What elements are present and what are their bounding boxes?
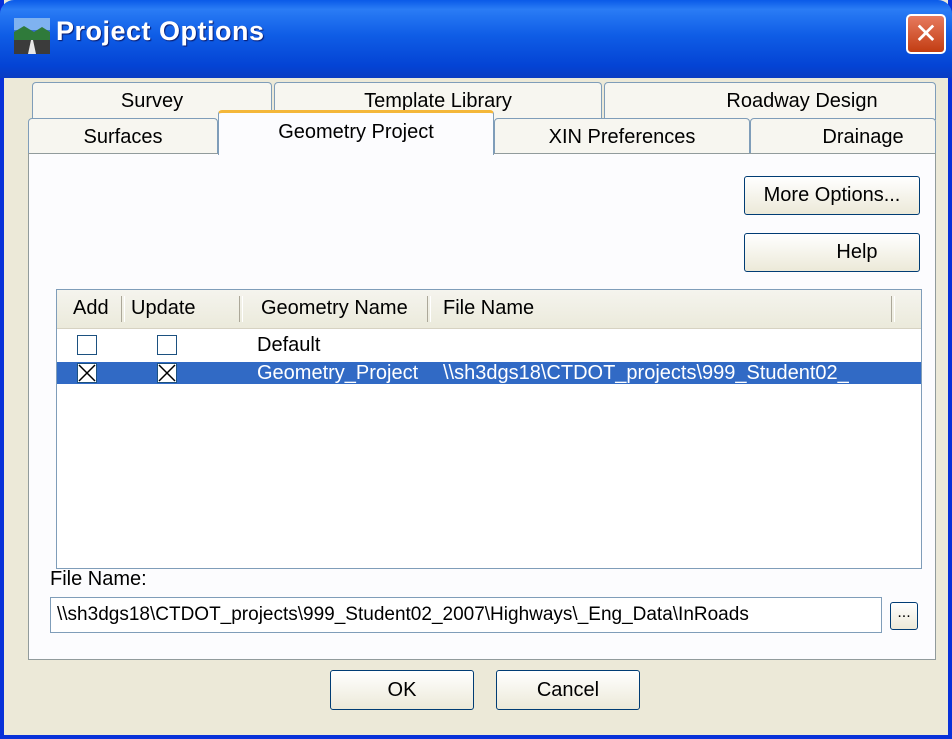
close-icon: ✕	[914, 18, 938, 49]
column-divider[interactable]	[427, 296, 431, 322]
file-name-label: File Name:	[50, 568, 147, 590]
help-button[interactable]: Help	[744, 233, 920, 272]
add-checkbox[interactable]	[77, 363, 97, 383]
ok-button[interactable]: OK	[330, 670, 474, 710]
geometry-name: Geometry_Project	[257, 362, 419, 384]
tab-roadway-design-label: Roadway Design	[726, 90, 878, 112]
tab-xin-preferences-label: XIN Preferences	[548, 126, 696, 148]
roadway-app-icon	[14, 18, 50, 54]
list-item[interactable]: Default	[57, 334, 921, 356]
column-header-add[interactable]: Add	[73, 297, 109, 320]
column-header-file-name[interactable]: File Name	[443, 297, 534, 320]
list-item[interactable]: Geometry_Project \\sh3dgs18\CTDOT_projec…	[57, 362, 921, 384]
tab-template-library-label: Template Library	[364, 90, 512, 112]
column-divider[interactable]	[891, 296, 895, 322]
help-label: Help	[836, 241, 878, 263]
tab-geometry-project-label: Geometry Project	[278, 121, 434, 143]
file-name-field[interactable]: \\sh3dgs18\CTDOT_projects\999_Student02_…	[50, 597, 882, 633]
tab-survey-label: Survey	[120, 90, 184, 112]
file-name: \\sh3dgs18\CTDOT_projects\999_Student02_	[443, 362, 849, 384]
browse-button[interactable]: ...	[890, 602, 918, 630]
more-options-button[interactable]: More Options...	[744, 176, 920, 215]
tab-geometry-project[interactable]: Geometry Project	[218, 110, 494, 155]
project-options-dialog: Project Options ✕ Survey Template Librar…	[0, 0, 952, 739]
add-checkbox[interactable]	[77, 335, 97, 355]
more-options-label: More Options...	[763, 184, 901, 206]
geometry-list[interactable]: Add Update Geometry Name File Name Defau…	[56, 289, 922, 569]
column-divider[interactable]	[121, 296, 125, 322]
tab-surfaces[interactable]: Surfaces	[28, 118, 218, 154]
column-header-update[interactable]: Update	[131, 297, 196, 320]
tab-roadway-design[interactable]: Roadway Design	[604, 82, 936, 120]
check-x-icon	[78, 364, 96, 382]
column-divider[interactable]	[239, 296, 243, 322]
cancel-label: Cancel	[536, 679, 600, 701]
update-checkbox[interactable]	[157, 363, 177, 383]
tab-surfaces-label: Surfaces	[83, 126, 163, 148]
ok-label: OK	[387, 679, 417, 701]
check-x-icon	[158, 364, 176, 382]
cancel-button[interactable]: Cancel	[496, 670, 640, 710]
tab-drainage-label: Drainage	[822, 126, 904, 148]
tab-drainage[interactable]: Drainage	[750, 118, 936, 154]
title-bar[interactable]: Project Options ✕	[0, 0, 952, 78]
list-header: Add Update Geometry Name File Name	[57, 290, 921, 329]
window-title: Project Options	[56, 16, 265, 46]
tab-xin-preferences[interactable]: XIN Preferences	[494, 118, 750, 154]
column-header-geometry-name[interactable]: Geometry Name	[261, 297, 408, 320]
update-checkbox[interactable]	[157, 335, 177, 355]
geometry-name: Default	[257, 334, 321, 356]
close-button[interactable]: ✕	[906, 14, 946, 54]
